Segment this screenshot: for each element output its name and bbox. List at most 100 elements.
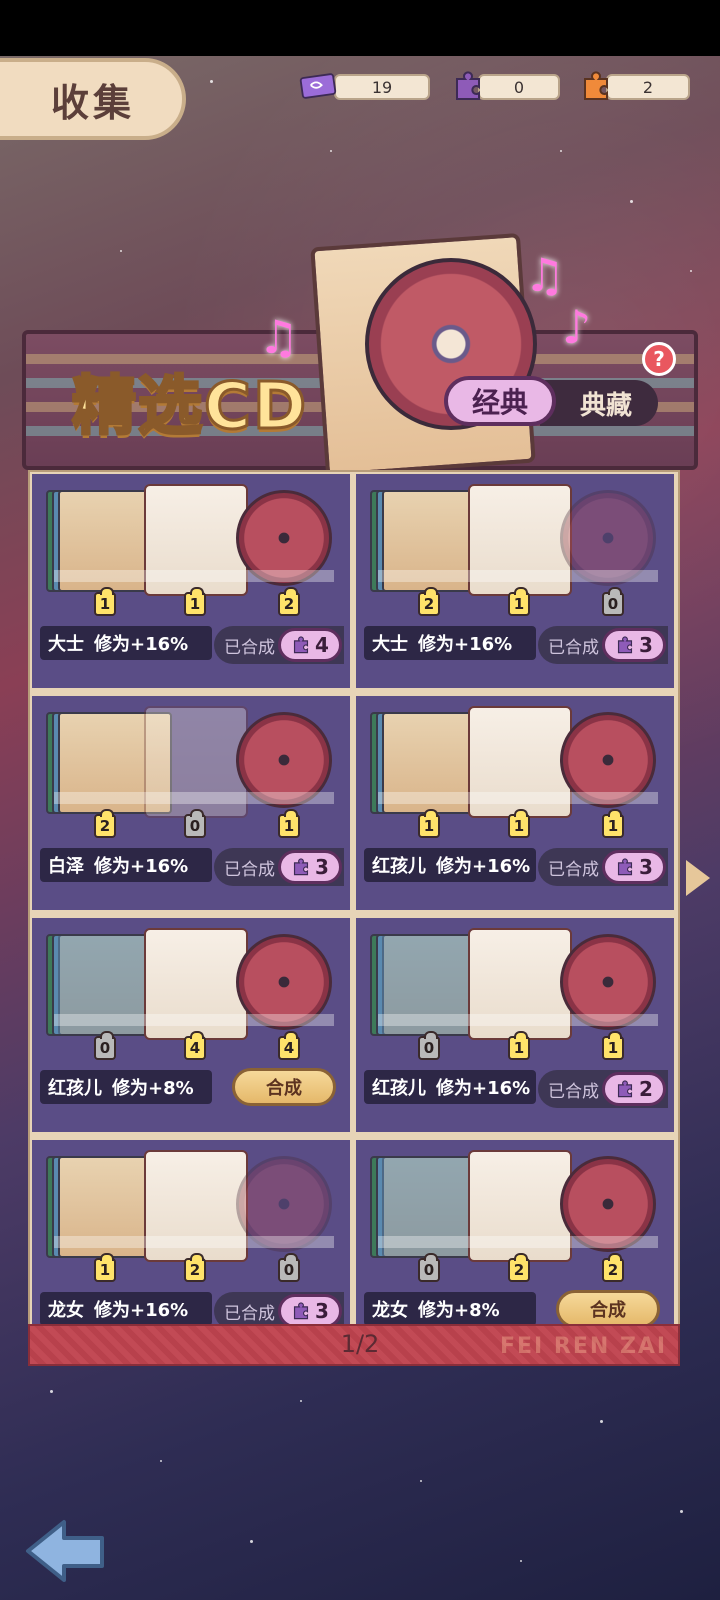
piece-count-tag: 1	[602, 809, 624, 838]
bonus-text: 修为+8%	[418, 1300, 500, 1321]
back-arrow-icon	[26, 1520, 104, 1582]
piece-count-tag: 0	[278, 1253, 300, 1282]
puzzle-icon	[617, 636, 633, 654]
banner-title: 精选CD	[70, 369, 309, 446]
piece-count-tag: 1	[278, 809, 300, 838]
puzzle-count-badge: 2	[602, 1072, 666, 1106]
music-note-icon: ♫	[258, 310, 300, 364]
cd-card[interactable]: 0 2 2 龙女 修为+8% 合成	[356, 1140, 674, 1354]
page-title: 收集	[50, 80, 135, 125]
cd-card[interactable]: 2 1 0 大士 修为+16% 已合成 3	[356, 474, 674, 688]
synthesized-status: 已合成 3	[538, 848, 668, 886]
purple-puzzle-value: 0	[478, 74, 560, 100]
cd-art	[46, 706, 336, 818]
synthesized-status: 已合成 3	[538, 626, 668, 664]
piece-count-tag: 2	[418, 587, 440, 616]
orange-puzzle-icon	[576, 66, 616, 106]
card-label: 龙女 修为+16%	[40, 1292, 212, 1326]
card-label: 龙女 修为+8%	[364, 1292, 536, 1326]
synthesize-button[interactable]: 合成	[556, 1290, 660, 1328]
synthesized-status: 已合成 3	[214, 848, 344, 886]
tab-classic[interactable]: 经典	[444, 376, 556, 426]
character-name: 龙女	[372, 1300, 408, 1321]
star	[210, 80, 213, 83]
bonus-text: 修为+16%	[94, 1300, 189, 1321]
puzzle-count: 3	[639, 633, 653, 657]
piece-count-tag: 2	[278, 587, 300, 616]
character-name: 大士	[48, 634, 84, 655]
puzzle-count-badge: 3	[602, 850, 666, 884]
cd-card[interactable]: 1 1 2 大士 修为+16% 已合成 4	[32, 474, 350, 688]
next-page-arrow-icon[interactable]	[686, 860, 710, 896]
status-text: 已合成	[224, 637, 275, 658]
orange-puzzle-value: 2	[606, 74, 690, 100]
status-text: 已合成	[548, 1081, 599, 1102]
piece-count-tag: 1	[184, 587, 206, 616]
star	[600, 1420, 603, 1423]
bonus-text: 修为+16%	[436, 1078, 531, 1099]
strip-piece	[378, 570, 658, 582]
star	[420, 1480, 422, 1482]
cd-card[interactable]: 0 1 1 红孩儿 修为+16% 已合成 2	[356, 918, 674, 1132]
strip-piece	[54, 570, 334, 582]
ticket-value: 19	[334, 74, 430, 100]
piece-count-tag: 1	[508, 1031, 530, 1060]
piece-count-tag: 0	[418, 1253, 440, 1282]
card-label: 大士 修为+16%	[364, 626, 536, 660]
cd-art	[370, 1150, 660, 1262]
star	[160, 1460, 162, 1462]
strip-piece	[378, 792, 658, 804]
puzzle-count: 3	[315, 1299, 329, 1323]
puzzle-count: 4	[315, 633, 329, 657]
piece-count-tag: 2	[94, 809, 116, 838]
puzzle-icon	[293, 858, 309, 876]
piece-count-tag: 1	[94, 587, 116, 616]
synthesize-button[interactable]: 合成	[232, 1068, 336, 1106]
character-name: 红孩儿	[372, 856, 426, 877]
ticket-counter: 19	[299, 72, 430, 102]
status-text: 已合成	[224, 859, 275, 880]
star	[560, 150, 562, 152]
cd-card[interactable]: 0 4 4 红孩儿 修为+8% 合成	[32, 918, 350, 1132]
cd-art	[370, 706, 660, 818]
puzzle-count: 3	[639, 855, 653, 879]
bonus-text: 修为+16%	[436, 856, 531, 877]
synthesized-status: 已合成 2	[538, 1070, 668, 1108]
cd-art	[46, 484, 336, 596]
purple-puzzle-icon	[448, 66, 488, 106]
star	[50, 1390, 53, 1393]
back-button[interactable]	[24, 1516, 108, 1586]
bonus-text: 修为+16%	[94, 856, 189, 877]
ticket-icon	[298, 66, 338, 106]
cd-card[interactable]: 2 0 1 白泽 修为+16% 已合成 3	[32, 696, 350, 910]
piece-count-tag: 0	[184, 809, 206, 838]
bonus-text: 修为+16%	[418, 634, 513, 655]
puzzle-icon	[617, 1080, 633, 1098]
piece-count-tag: 1	[602, 1031, 624, 1060]
card-label: 红孩儿 修为+16%	[364, 1070, 536, 1104]
cd-card[interactable]: 1 2 0 龙女 修为+16% 已合成 3	[32, 1140, 350, 1354]
card-label: 红孩儿 修为+16%	[364, 848, 536, 882]
star	[120, 250, 122, 252]
character-name: 红孩儿	[372, 1078, 426, 1099]
help-button[interactable]: ?	[642, 342, 676, 376]
status-text: 已合成	[224, 1303, 275, 1324]
cd-art	[370, 484, 660, 596]
page-title-pill: 收集	[0, 58, 186, 140]
card-label: 红孩儿 修为+8%	[40, 1070, 212, 1104]
orange-puzzle-counter: 2	[584, 71, 690, 102]
star	[680, 1510, 683, 1513]
puzzle-count-badge: 3	[278, 1294, 342, 1328]
piece-count-tag: 1	[94, 1253, 116, 1282]
strip-piece	[378, 1236, 658, 1248]
cd-card[interactable]: 1 1 1 红孩儿 修为+16% 已合成 3	[356, 696, 674, 910]
tab-collection[interactable]: 典藏	[540, 380, 658, 426]
star	[330, 150, 332, 152]
puzzle-count: 2	[639, 1077, 653, 1101]
watermark-text: FEI REN ZAI	[500, 1334, 668, 1359]
card-label: 大士 修为+16%	[40, 626, 212, 660]
piece-count-tag: 2	[508, 1253, 530, 1282]
puzzle-count-badge: 3	[602, 628, 666, 662]
synthesized-status: 已合成 4	[214, 626, 344, 664]
piece-count-tag: 4	[278, 1031, 300, 1060]
